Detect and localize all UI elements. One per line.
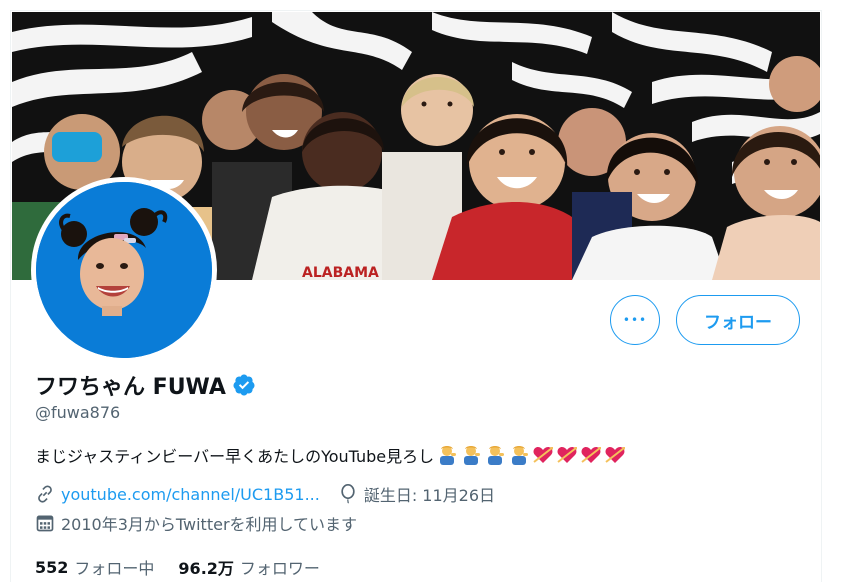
bio-emoji-group (436, 444, 628, 466)
profile-page: ALABAMA ••• フォロー フワちゃん FUWA @fuwa876 まじジ… (0, 0, 848, 582)
avatar-image (36, 182, 212, 358)
man-tipping-hand-icon (512, 446, 529, 465)
profile-avatar[interactable] (31, 177, 217, 363)
following-label: フォロー中 (74, 559, 155, 578)
following-count: 552 (35, 557, 69, 577)
man-tipping-hand-icon (440, 446, 457, 465)
balloon-icon (341, 484, 355, 504)
more-options-icon: ••• (622, 313, 648, 327)
man-tipping-hand-icon (488, 446, 505, 465)
joined-row: 2010年3月からTwitterを利用しています (35, 511, 357, 535)
profile-bio: まじジャスティンビーバー早くあたしのYouTube見ろし (35, 443, 628, 467)
more-options-button[interactable]: ••• (610, 295, 660, 345)
display-name: フワちゃん FUWA (35, 375, 226, 400)
heart-with-arrow-icon (557, 447, 578, 463)
follow-stats: 552 フォロー中 96.2万 フォロワー (35, 555, 344, 579)
follow-button-label: フォロー (704, 312, 772, 333)
follow-button[interactable]: フォロー (676, 295, 800, 345)
profile-meta-row: youtube.com/channel/UC1B51... 誕生日: 11月26… (35, 482, 495, 506)
followers-link[interactable]: 96.2万 フォロワー (178, 555, 320, 579)
verified-badge-icon (233, 374, 255, 396)
followers-count: 96.2万 (178, 559, 234, 578)
website-link[interactable]: youtube.com/channel/UC1B51... (61, 485, 320, 504)
profile-name-row: フワちゃん FUWA (35, 368, 256, 402)
heart-with-arrow-icon (581, 447, 602, 463)
man-tipping-hand-icon (464, 446, 481, 465)
heart-with-arrow-icon (533, 447, 554, 463)
profile-column: ALABAMA ••• フォロー フワちゃん FUWA @fuwa876 まじジ… (10, 10, 822, 582)
joined-text: 2010年3月からTwitterを利用しています (61, 515, 358, 534)
bio-text: まじジャスティンビーバー早くあたしのYouTube見ろし (35, 447, 435, 466)
heart-with-arrow-icon (605, 447, 626, 463)
followers-label: フォロワー (239, 559, 320, 578)
following-link[interactable]: 552 フォロー中 (35, 555, 154, 579)
svg-text:ALABAMA: ALABAMA (302, 265, 379, 280)
birthday-text: 誕生日: 11月26日 (363, 486, 496, 505)
calendar-icon (36, 515, 54, 532)
link-icon (38, 485, 52, 503)
profile-handle: @fuwa876 (35, 403, 121, 422)
